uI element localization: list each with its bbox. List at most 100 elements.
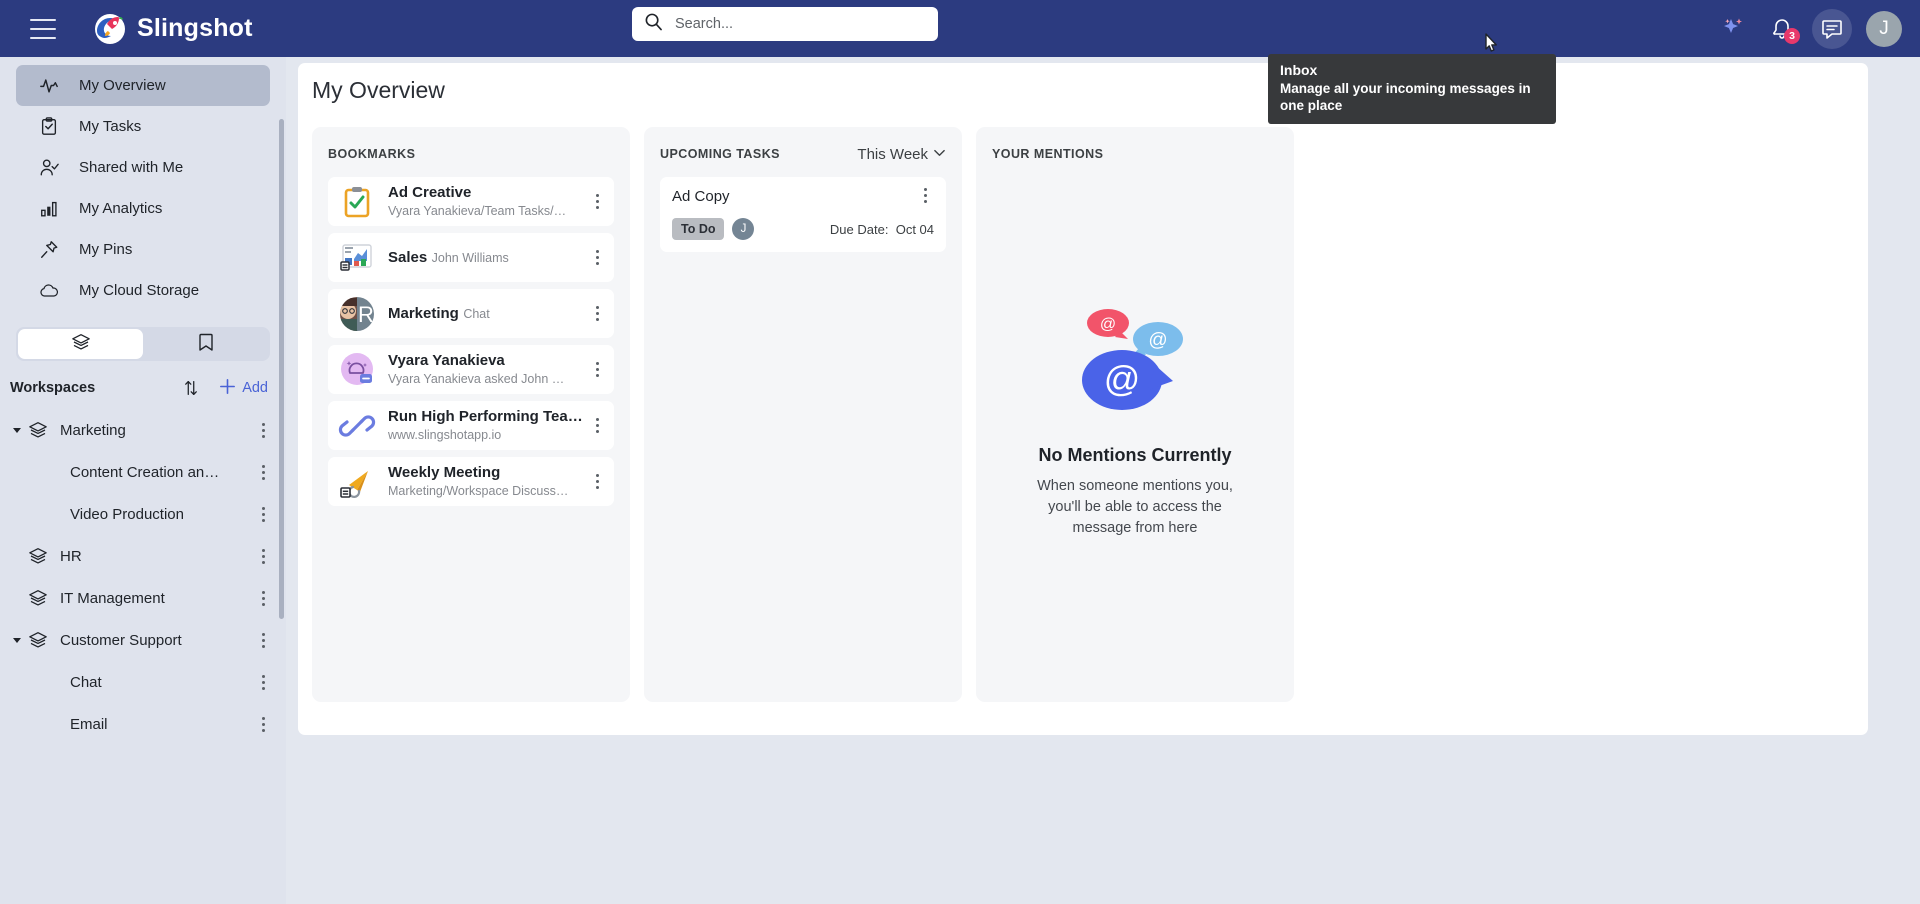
kebab-menu-icon[interactable] [254,674,272,690]
workspace-label: Video Production [70,505,184,523]
sidebar-item-label: My Tasks [79,118,142,135]
layers-icon [26,588,50,608]
search-bar[interactable] [632,7,938,41]
kebab-menu-icon[interactable] [916,188,934,203]
topbar-actions: 3 J [1712,0,1902,57]
pin-icon [39,240,59,260]
search-input[interactable] [675,16,915,32]
panel-title: UPCOMING TASKS [660,147,780,161]
bell-icon[interactable]: 3 [1762,9,1802,49]
brand[interactable]: Slingshot [94,13,253,45]
svg-text:R: R [358,302,374,327]
workspace-item-marketing[interactable]: Marketing [0,409,286,451]
bookmark-item[interactable]: Weekly Meeting Marketing/Workspace Discu… [328,457,614,506]
kebab-menu-icon[interactable] [254,548,272,564]
kebab-menu-icon[interactable] [588,474,606,489]
kebab-menu-icon[interactable] [588,362,606,377]
add-workspace-button[interactable]: Add [218,377,268,400]
workspaces-title: Workspaces [10,380,96,396]
kebab-menu-icon[interactable] [588,194,606,209]
tasks-filter-dropdown[interactable]: This Week [857,146,946,163]
workspace-label: IT Management [60,589,165,607]
avatar[interactable]: J [732,218,755,240]
kebab-menu-icon[interactable] [588,418,606,433]
caret-down-icon[interactable] [12,425,26,435]
bookmark-item[interactable]: Vyara Yanakieva Vyara Yanakieva asked Jo… [328,345,614,394]
panel-title: BOOKMARKS [328,147,416,161]
workspace-item-chat[interactable]: Chat [0,661,286,703]
sidebar-item-shared-with-me[interactable]: Shared with Me [16,147,270,188]
workspace-item-video-production[interactable]: Video Production [0,493,286,535]
mentions-empty-subtitle: When someone mentions you, you'll be abl… [1037,478,1233,536]
notification-badge: 3 [1784,27,1800,44]
tab-bookmarks[interactable] [143,329,268,359]
page-title: My Overview [312,77,445,103]
bookmark-item[interactable]: R Marketing Chat [328,289,614,338]
kebab-menu-icon[interactable] [254,506,272,522]
avatar[interactable]: J [1866,10,1902,47]
kebab-menu-icon[interactable] [254,464,272,480]
svg-text:@: @ [1148,330,1167,351]
task-card[interactable]: Ad Copy To Do J Due Date: Oct 04 [660,177,946,252]
sidebar-scrollbar[interactable] [279,119,284,619]
workspace-item-it-management[interactable]: IT Management [0,577,286,619]
sidebar-item-label: My Cloud Storage [79,282,200,299]
status-badge[interactable]: To Do [672,218,725,240]
kebab-menu-icon[interactable] [254,716,272,732]
workspace-item-customer-support[interactable]: Customer Support [0,619,286,661]
bookmark-title: Ad Creative [388,183,472,201]
sidebar-nav: My Overview My Tasks Shared with Me My A… [0,57,286,311]
workspace-label: HR [60,547,82,565]
bookmark-text: Weekly Meeting Marketing/Workspace Discu… [388,464,588,500]
kebab-menu-icon[interactable] [254,590,272,606]
rocket-logo-icon [94,13,126,45]
task-bottom-row: To Do J Due Date: Oct 04 [672,218,934,240]
tooltip-body: Manage all your incoming messages in one… [1280,81,1531,113]
mentions-header: YOUR MENTIONS [992,143,1278,165]
workspace-item-email[interactable]: Email [0,703,286,745]
tasks-header: UPCOMING TASKS This Week [660,143,946,165]
sort-arrows-icon[interactable] [178,378,204,398]
upcoming-tasks-panel: UPCOMING TASKS This Week Ad Copy To Do J… [644,127,962,702]
workspace-label: Email [70,715,108,733]
inbox-message-icon[interactable] [1812,8,1852,49]
kebab-menu-icon[interactable] [588,250,606,265]
sidebar-item-my-cloud-storage[interactable]: My Cloud Storage [16,270,270,311]
sidebar-item-my-tasks[interactable]: My Tasks [16,106,270,147]
workspace-label: Customer Support [60,631,182,649]
bookmark-subtitle: Vyara Yanakieva/Team Tasks/… [388,203,567,218]
mentions-empty-title: No Mentions Currently [1038,445,1232,465]
tab-workspaces[interactable] [18,329,143,359]
bookmark-item[interactable]: Ad Creative Vyara Yanakieva/Team Tasks/… [328,177,614,226]
at-mention-bubbles-icon: @ @ @ [1070,305,1200,425]
kebab-menu-icon[interactable] [254,422,272,438]
bookmark-text: Run High Performing Tea… www.slingshotap… [388,408,588,444]
bookmark-subtitle: Marketing/Workspace Discuss… [388,483,569,498]
workspace-item-content-creation[interactable]: Content Creation an… [0,451,286,493]
bookmark-text: Ad Creative Vyara Yanakieva/Team Tasks/… [388,184,588,220]
kebab-menu-icon[interactable] [254,632,272,648]
hamburger-icon[interactable] [30,18,56,39]
sidebar-item-my-analytics[interactable]: My Analytics [16,188,270,229]
bookmark-text: Sales John Williams [388,249,588,267]
sidebar-item-my-pins[interactable]: My Pins [16,229,270,270]
kebab-menu-icon[interactable] [588,306,606,321]
workspace-item-hr[interactable]: HR [0,535,286,577]
bookmark-title: Run High Performing Tea… [388,407,583,425]
sidebar-item-my-overview[interactable]: My Overview [16,65,270,106]
chevron-down-icon [933,146,946,163]
bookmark-item[interactable]: Sales John Williams [328,233,614,282]
overview-card: My Overview BOOKMARKS Ad Creative Vyara … [298,63,1868,735]
inbox-tooltip: Inbox Manage all your incoming messages … [1268,54,1556,124]
bookmark-item[interactable]: Run High Performing Tea… www.slingshotap… [328,401,614,450]
sidebar-view-switch [16,327,270,361]
caret-down-icon[interactable] [12,635,26,645]
sparkle-icon[interactable] [1712,9,1752,49]
bookmark-subtitle: John Williams [431,250,509,265]
tasks-filter-label: This Week [857,145,928,163]
task-due-label: Due Date: [829,221,889,237]
layers-icon [26,630,50,650]
tooltip-title: Inbox [1280,62,1318,78]
panel-title: YOUR MENTIONS [992,147,1104,161]
bookmark-text: Vyara Yanakieva Vyara Yanakieva asked Jo… [388,352,588,388]
